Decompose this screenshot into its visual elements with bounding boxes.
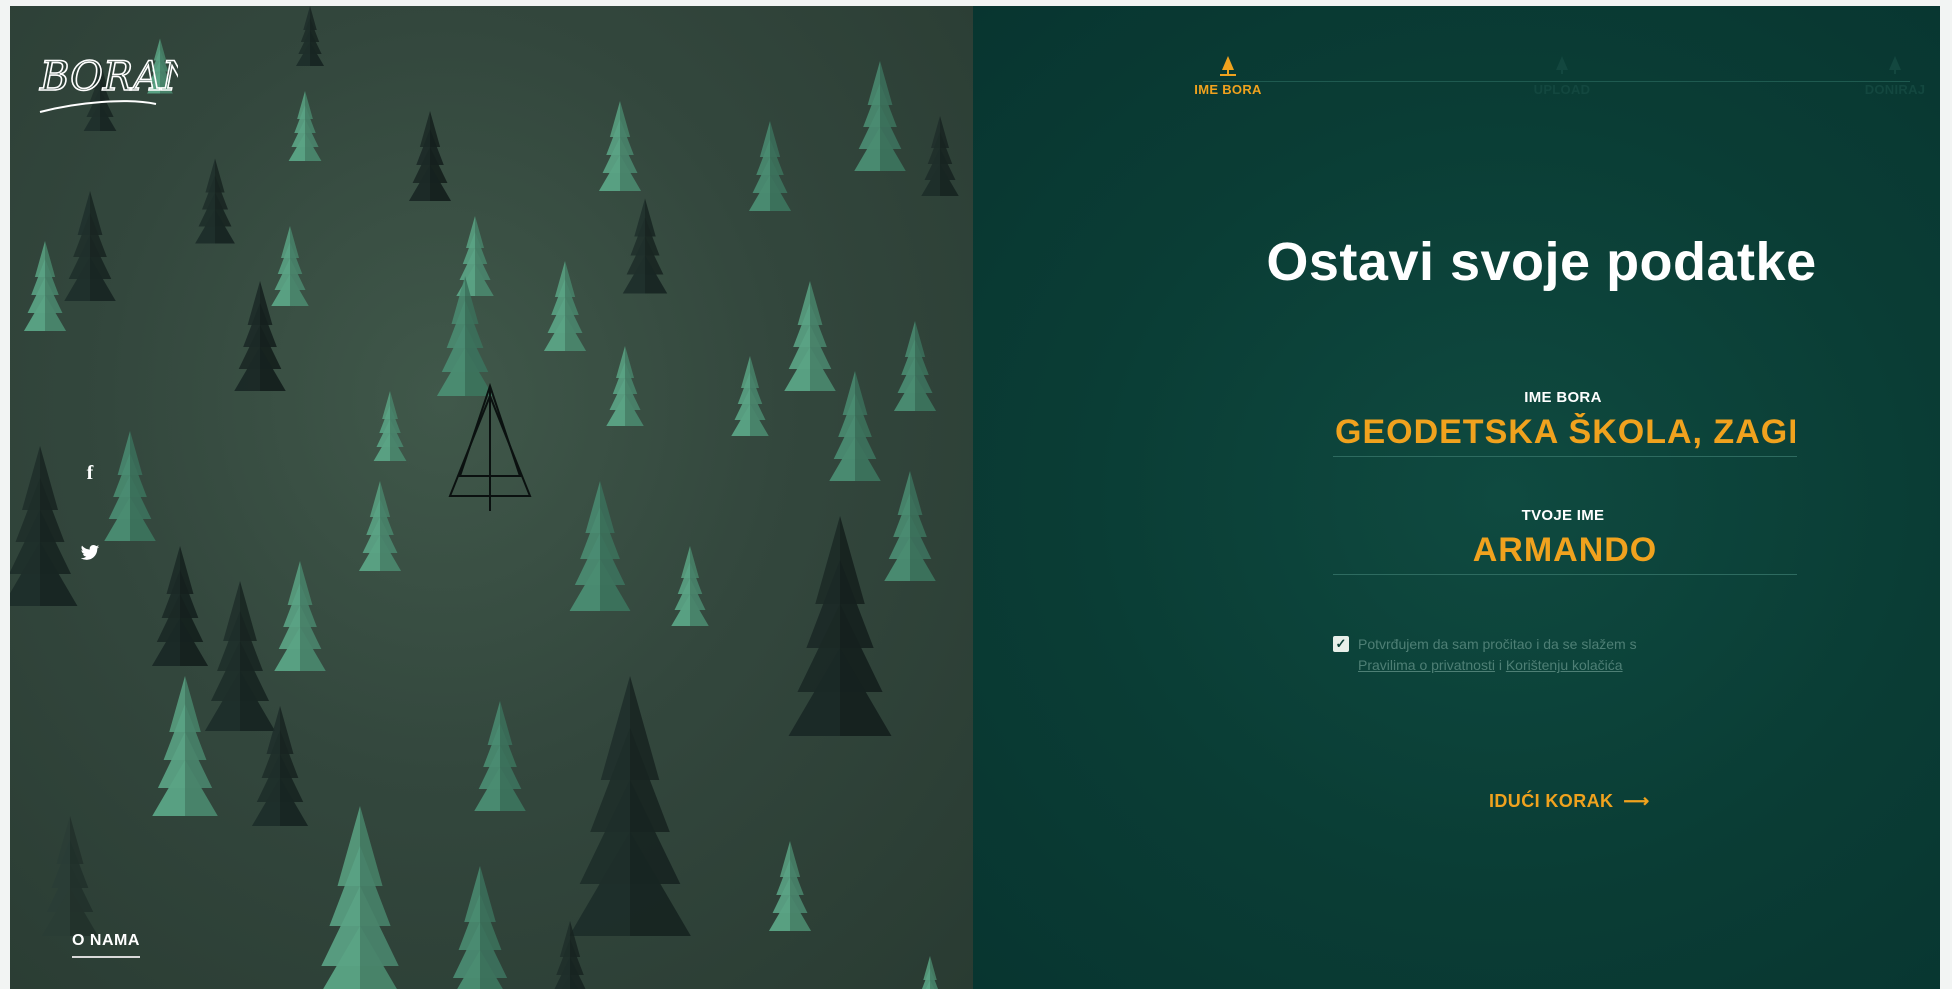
privacy-policy-link[interactable]: Pravilima o privatnosti [1358,657,1495,673]
tree-name-label: IME BORA [1524,389,1602,406]
tree-42 [41,816,99,936]
tree-5 [456,216,494,296]
your-name-label: TVOJE IME [1521,507,1605,524]
tree-13 [23,241,67,331]
tree-29 [358,481,402,571]
tree-31 [671,546,709,626]
tree-15 [271,226,309,306]
brand-logo[interactable]: BORANVI [38,28,178,118]
logo-text: BORANVI [39,54,178,100]
twitter-icon[interactable] [78,544,102,568]
tree-icon [1556,56,1568,74]
your-name-field: TVOJE IME [1333,507,1797,575]
step-label: UPLOAD [1533,82,1591,97]
tree-30 [569,481,631,611]
tree-43 [921,956,939,989]
step-label: DONIRAJ [1864,82,1926,97]
tree-3 [195,158,235,244]
step-label: IME BORA [1194,82,1262,97]
tree-32 [788,516,892,736]
tree-28 [274,561,326,671]
app-frame: BORANVI f O NAMA IME BORA UPLOAD DONIRAJ… [10,6,1940,989]
step-tree-name[interactable]: IME BORA [1168,56,1288,97]
step-upload[interactable]: UPLOAD [1502,56,1622,97]
tree-22 [373,391,407,461]
next-step-button[interactable]: IDUĆI KORAK ⟶ [1489,791,1650,812]
consent-checkbox[interactable]: ✓ [1333,636,1349,652]
tree-icon [1220,56,1236,76]
tree-24 [10,446,78,606]
arrow-right-icon: ⟶ [1623,791,1650,811]
your-name-input[interactable] [1333,530,1797,575]
tree-34 [152,676,218,816]
tree-36 [474,701,526,811]
step-donate[interactable]: DONIRAJ [1835,56,1940,97]
tree-12 [64,191,116,301]
forest-trees [10,6,959,989]
tree-18 [606,346,644,426]
tree-8 [748,121,792,211]
tree-26 [151,546,209,666]
about-link[interactable]: O NAMA [72,932,140,958]
tree-9 [854,61,906,171]
consent-block: ✓ Potvrđujem da sam pročitao i da se sla… [1333,634,1753,676]
tree-19 [784,281,836,391]
tree-4 [408,111,452,201]
tree-10 [921,116,959,196]
tree-7 [622,198,668,294]
tree-27 [204,581,276,731]
tree-2 [288,91,322,161]
page-title: Ostavi svoje podatke [1266,232,1817,292]
tree-name-input[interactable] [1333,412,1797,457]
consent-text: Potvrđujem da sam pročitao i da se slaže… [1358,634,1753,676]
tree-11 [295,6,325,66]
tree-icon [1889,56,1901,74]
form-panel: IME BORA UPLOAD DONIRAJ Ostavi svoje pod… [973,6,1940,989]
next-step-label: IDUĆI KORAK [1489,791,1614,811]
tree-23 [731,356,769,436]
tree-outline-marker [448,382,532,511]
tree-name-field: IME BORA [1333,389,1797,457]
tree-16 [543,261,587,351]
tree-39 [321,806,399,989]
facebook-icon[interactable]: f [78,461,102,485]
tree-6 [598,101,642,191]
tree-21 [893,321,937,411]
tree-20 [829,371,881,481]
tree-38 [768,841,812,931]
consent-text-before: Potvrđujem da sam pročitao i da se slaže… [1358,636,1637,652]
tree-40 [452,866,508,989]
tree-33 [884,471,936,581]
tree-37 [569,676,691,936]
forest-scene[interactable]: BORANVI f O NAMA [10,6,973,989]
consent-and: i [1498,657,1502,673]
tree-25 [104,431,156,541]
cookies-link[interactable]: Korištenju kolačića [1506,657,1623,673]
